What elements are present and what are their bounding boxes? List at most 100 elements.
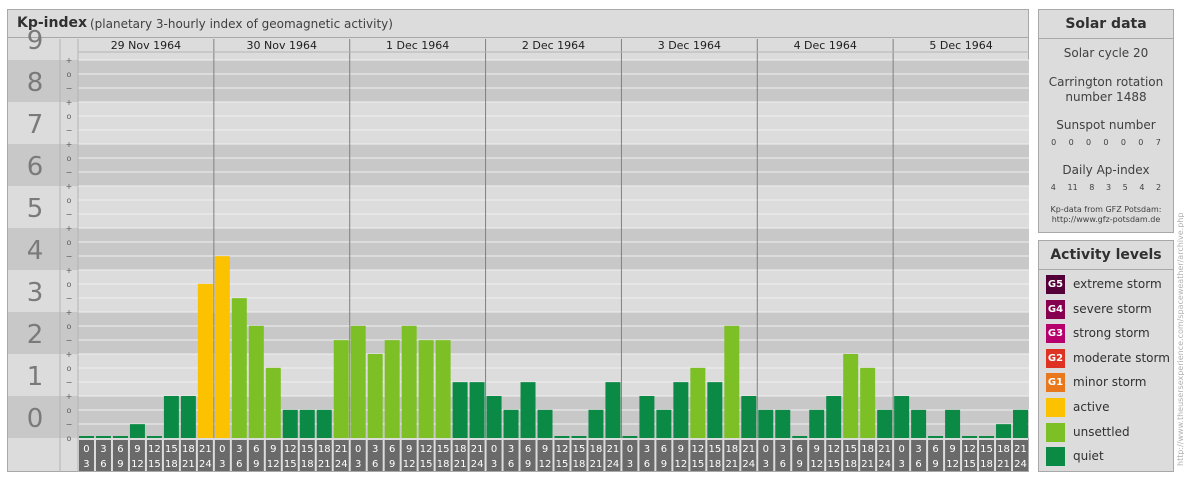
kp-bar: [79, 436, 94, 438]
kp-bar: [197, 283, 213, 438]
ap-index-value: 8: [1089, 183, 1095, 192]
time-end-label: 24: [607, 459, 620, 470]
kp-bar: [418, 340, 434, 438]
time-start-label: 12: [963, 444, 976, 455]
kp-bar: [520, 382, 536, 438]
kp-bar: [299, 409, 315, 438]
time-end-label: 18: [980, 459, 993, 470]
kp-bar: [333, 340, 349, 438]
data-credit-url: http://www.gfz-potsdam.de: [1051, 215, 1161, 224]
minor-tick-label: −: [66, 294, 73, 303]
time-end-label: 24: [199, 459, 212, 470]
kp-bar: [1013, 409, 1028, 438]
kp-bar: [758, 409, 774, 438]
kp-bar: [979, 436, 995, 438]
legend-label: strong storm: [1073, 326, 1150, 341]
legend-swatch: [1046, 447, 1065, 467]
ap-index-value: 3: [1105, 183, 1112, 192]
time-end-label: 24: [742, 459, 755, 470]
time-start-label: 12: [148, 444, 161, 455]
kp-band: [8, 102, 1029, 144]
time-end-label: 15: [963, 459, 976, 470]
time-end-label: 12: [539, 459, 552, 470]
kp-bar: [316, 409, 332, 438]
minor-tick-label: −: [66, 126, 73, 135]
carrington-rotation-number: number 1488: [1065, 90, 1147, 104]
kp-bar: [265, 367, 281, 438]
minor-tick-label: −: [66, 210, 73, 219]
time-start-label: 18: [182, 444, 195, 455]
time-start-label: 21: [199, 444, 212, 455]
y-tick-label: 4: [27, 236, 44, 266]
kp-bar: [146, 436, 162, 438]
minor-tick-label: o: [67, 112, 72, 121]
time-end-label: 3: [355, 459, 361, 470]
y-tick-label: 5: [27, 194, 44, 224]
legend-label: extreme storm: [1073, 277, 1162, 291]
minor-tick-label: +: [66, 308, 73, 317]
time-end-label: 24: [1014, 459, 1027, 470]
kp-bar: [928, 436, 944, 438]
time-start-label: 6: [525, 444, 531, 455]
minor-tick-label: +: [66, 182, 73, 191]
time-start-label: 3: [644, 444, 650, 455]
ap-index-value: 4: [1139, 183, 1145, 192]
time-end-label: 9: [661, 459, 667, 470]
time-start-label: 18: [454, 444, 467, 455]
time-start-label: 9: [949, 444, 955, 455]
kp-bar: [571, 436, 587, 438]
kp-bar: [469, 382, 485, 438]
time-end-label: 9: [525, 459, 531, 470]
legend-swatch: [1046, 422, 1065, 442]
legend-label: severe storm: [1073, 301, 1152, 316]
ap-index-value: 2: [1156, 183, 1162, 192]
y-tick-label: 2: [27, 320, 44, 350]
kp-bar: [656, 409, 672, 438]
time-end-label: 15: [420, 459, 433, 470]
time-start-label: 15: [844, 444, 857, 455]
time-start-label: 15: [573, 444, 586, 455]
time-start-label: 3: [100, 444, 106, 455]
kp-bar: [724, 325, 740, 438]
kp-band: [8, 60, 1029, 102]
time-end-label: 15: [284, 459, 297, 470]
kp-band: [8, 354, 1029, 396]
time-start-label: 21: [335, 444, 348, 455]
time-end-label: 6: [508, 459, 514, 470]
time-start-label: 6: [932, 444, 938, 455]
minor-tick-label: +: [66, 392, 73, 401]
time-end-label: 9: [932, 459, 938, 470]
kp-bar: [503, 409, 519, 438]
time-end-label: 15: [827, 459, 840, 470]
time-end-label: 6: [236, 459, 242, 470]
minor-tick-label: +: [66, 266, 73, 275]
time-end-label: 6: [372, 459, 378, 470]
time-end-label: 21: [590, 459, 603, 470]
time-start-label: 15: [301, 444, 314, 455]
kp-band: [8, 228, 1029, 270]
time-start-label: 6: [661, 444, 667, 455]
time-start-label: 0: [763, 444, 769, 455]
time-end-label: 18: [165, 459, 178, 470]
kp-bar: [809, 409, 825, 438]
time-start-label: 18: [725, 444, 738, 455]
minor-tick-label: o: [67, 70, 72, 79]
time-end-label: 12: [674, 459, 687, 470]
time-start-label: 18: [318, 444, 331, 455]
minor-tick-label: −: [66, 378, 73, 387]
minor-tick-label: o: [67, 280, 72, 289]
kp-band: [8, 270, 1029, 312]
legend-label: unsettled: [1073, 424, 1130, 439]
ap-index-value: 11: [1067, 183, 1078, 192]
time-start-label: 12: [556, 444, 569, 455]
time-start-label: 0: [219, 444, 225, 455]
legend-swatch: G1: [1046, 373, 1065, 393]
kp-bar: [690, 367, 706, 438]
day-label: 2 Dec 1964: [522, 39, 585, 52]
sunspot-value: 0: [1103, 138, 1109, 147]
time-end-label: 12: [946, 459, 959, 470]
legend-swatch: G4: [1046, 299, 1065, 319]
time-end-label: 21: [454, 459, 467, 470]
kp-bar: [996, 424, 1012, 438]
kp-bar: [843, 354, 859, 438]
